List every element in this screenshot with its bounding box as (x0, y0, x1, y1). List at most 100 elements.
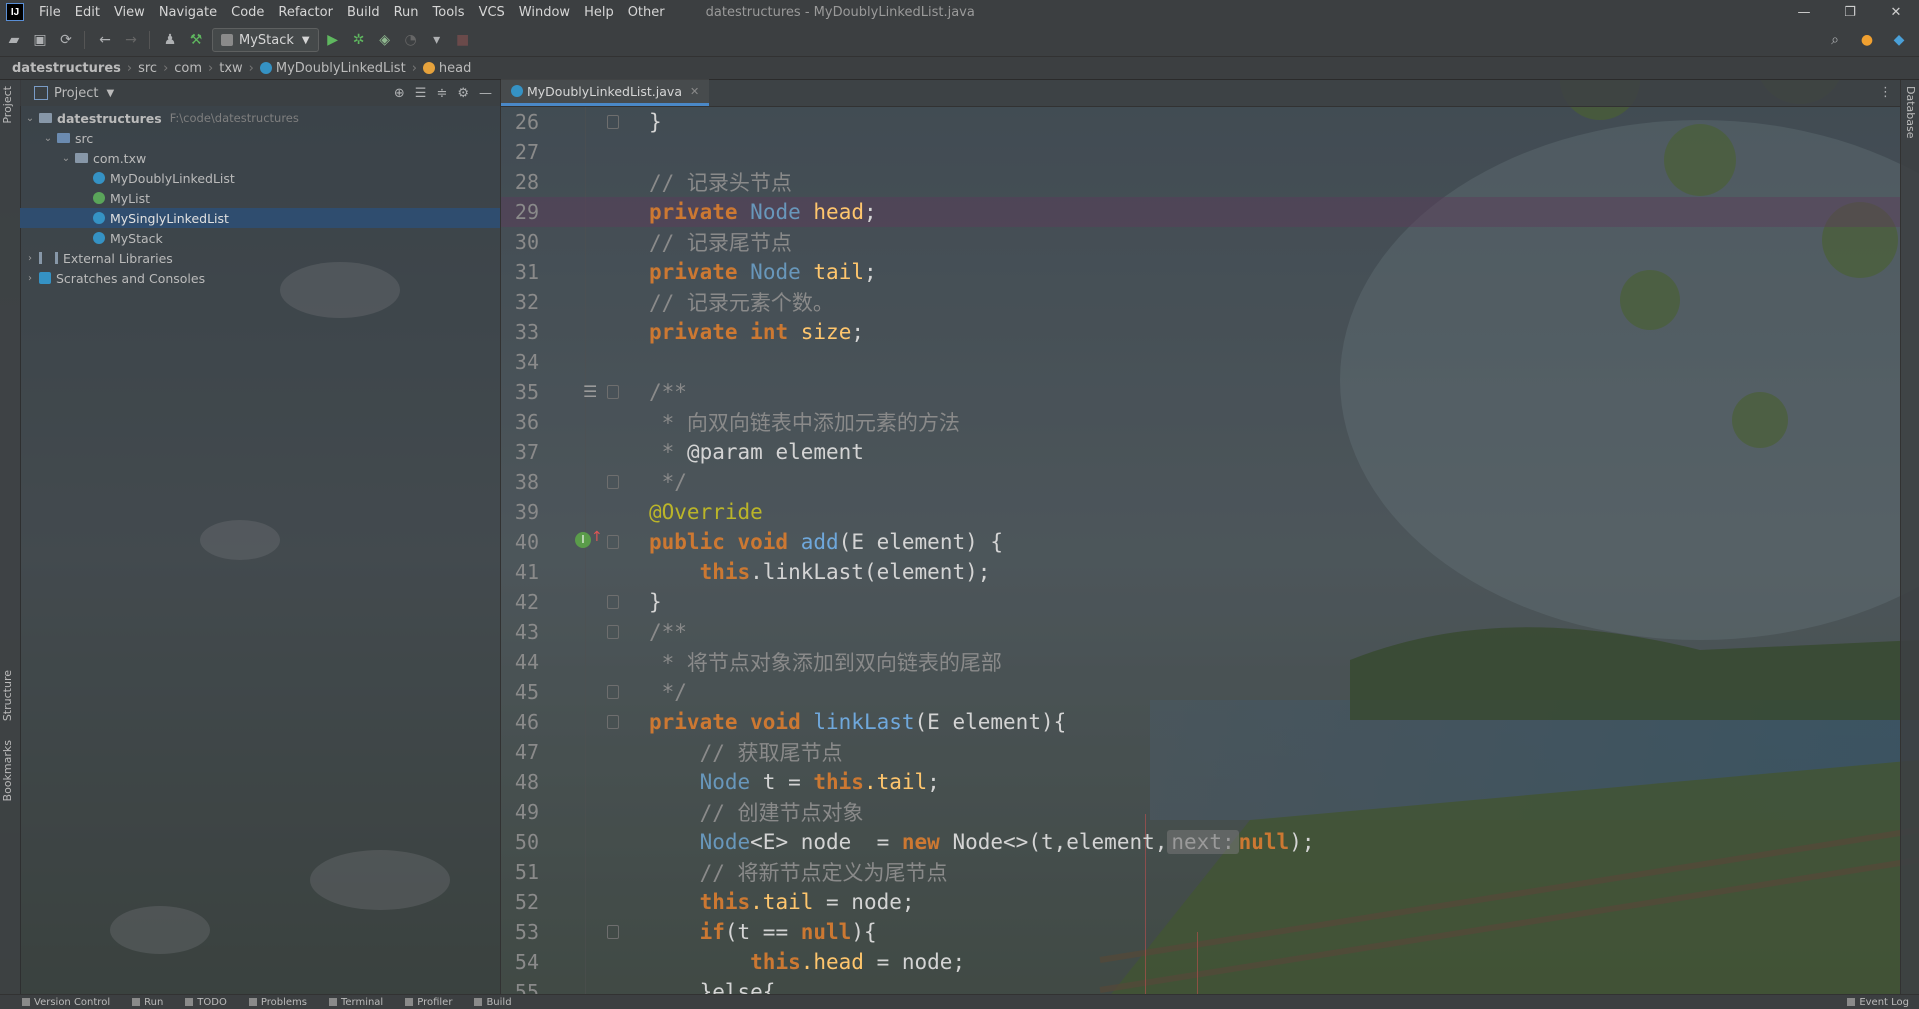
code-keyword: public void (649, 530, 789, 554)
code-field: .tail (750, 890, 814, 914)
minimize-icon[interactable]: — (1781, 0, 1827, 24)
gear-icon[interactable]: ⚙ (457, 86, 469, 101)
breadcrumb-project[interactable]: datestructures (0, 61, 125, 76)
tool-run[interactable]: Run (132, 997, 163, 1008)
menu-file[interactable]: File (32, 5, 68, 20)
tree-node-package[interactable]: ⌄ com.txw (20, 148, 500, 168)
plugin-icon[interactable]: ◆ (1887, 28, 1911, 52)
menu-navigate[interactable]: Navigate (152, 5, 224, 20)
profile-icon[interactable]: ◔ (399, 28, 423, 52)
tree-node-src[interactable]: ⌄ src (20, 128, 500, 148)
fold-start-icon[interactable] (607, 535, 619, 549)
collapse-all-icon[interactable]: ≑ (436, 86, 447, 101)
chevron-down-icon[interactable]: ⌄ (60, 153, 72, 164)
search-icon[interactable]: ⌕ (1823, 28, 1847, 52)
menu-run[interactable]: Run (387, 5, 426, 20)
fold-start-icon[interactable] (607, 385, 619, 399)
code-line: 45 */ (501, 677, 1900, 707)
back-arrow-icon[interactable]: ← (93, 28, 117, 52)
profiler-icon (405, 998, 414, 1006)
run-icon[interactable]: ▶ (321, 28, 345, 52)
menu-refactor[interactable]: Refactor (271, 5, 340, 20)
breadcrumb-src[interactable]: src (134, 61, 161, 76)
tool-version-control[interactable]: Version Control (22, 997, 110, 1008)
chevron-down-icon[interactable]: ⌄ (42, 133, 54, 144)
tree-node-external-libraries[interactable]: › External Libraries (20, 248, 500, 268)
update-icon[interactable]: ● (1855, 28, 1879, 52)
menu-window[interactable]: Window (512, 5, 577, 20)
hide-icon[interactable]: — (479, 86, 492, 101)
tool-problems[interactable]: Problems (248, 997, 307, 1008)
chevron-down-icon[interactable]: ⌄ (24, 113, 36, 124)
debug-icon[interactable]: ✲ (347, 28, 371, 52)
menu-edit[interactable]: Edit (68, 5, 107, 20)
chevron-right-icon[interactable]: › (24, 253, 36, 264)
menu-other[interactable]: Other (621, 5, 672, 20)
more-run-icon[interactable]: ▾ (425, 28, 449, 52)
expand-all-icon[interactable]: ☰ (415, 86, 427, 101)
close-icon[interactable]: ✕ (1873, 0, 1919, 24)
menu-vcs[interactable]: VCS (472, 5, 512, 20)
editor-tab-active[interactable]: MyDoublyLinkedList.java ✕ (501, 79, 710, 106)
build-hammer-icon[interactable]: ⚒ (184, 28, 208, 52)
run-configuration-select[interactable]: MyStack ▼ (212, 28, 319, 52)
breadcrumb-separator: › (248, 60, 254, 76)
structure-tool-tab[interactable]: Structure (1, 670, 14, 721)
coverage-icon[interactable]: ◈ (373, 28, 397, 52)
menu-help[interactable]: Help (577, 5, 621, 20)
menu-code[interactable]: Code (224, 5, 271, 20)
tree-file-mylist[interactable]: MyList (20, 188, 500, 208)
menu-build[interactable]: Build (340, 5, 387, 20)
sync-icon[interactable]: ⟳ (54, 28, 78, 52)
code-token: } (649, 590, 662, 614)
tool-profiler[interactable]: Profiler (405, 997, 452, 1008)
fold-start-icon[interactable] (607, 625, 619, 639)
implements-method-icon[interactable]: I (575, 532, 591, 548)
fold-end-icon[interactable] (607, 595, 619, 609)
tree-scratches-label: Scratches and Consoles (56, 270, 206, 286)
tool-event-log[interactable]: Event Log (1847, 997, 1909, 1008)
project-tool-tab[interactable]: Project (1, 86, 14, 124)
breadcrumb-com[interactable]: com (170, 61, 206, 76)
more-vertical-icon[interactable]: ⋮ (1879, 85, 1892, 100)
intellij-logo-icon[interactable]: IJ (6, 3, 24, 21)
chevron-down-icon[interactable]: ▼ (106, 88, 114, 99)
tool-todo[interactable]: TODO (185, 997, 227, 1008)
stop-icon[interactable]: ■ (451, 28, 475, 52)
line-number: 35 (514, 380, 539, 404)
tree-file-mystack[interactable]: MyStack (20, 228, 500, 248)
code-line: 31 private Node tail; (501, 257, 1900, 287)
fold-end-icon[interactable] (607, 475, 619, 489)
fold-end-icon[interactable] (607, 685, 619, 699)
breadcrumb-class[interactable]: MyDoublyLinkedList (256, 61, 410, 76)
tree-node-scratches[interactable]: › Scratches and Consoles (20, 268, 500, 288)
user-icon[interactable]: ♟ (158, 28, 182, 52)
restore-icon[interactable]: ❐ (1827, 0, 1873, 24)
code-editor[interactable]: 26 } 27 28 // 记录头节点 29 private Node head… (501, 107, 1900, 994)
render-doc-icon[interactable]: ☰ (583, 382, 597, 401)
chevron-right-icon[interactable]: › (24, 273, 36, 284)
fold-start-icon[interactable] (607, 925, 619, 939)
tree-node-root[interactable]: ⌄ datestructures F:\code\datestructures (20, 108, 500, 128)
breadcrumb-field[interactable]: head (419, 61, 475, 76)
open-folder-icon[interactable]: ▰ (2, 28, 26, 52)
fold-start-icon[interactable] (607, 715, 619, 729)
tree-file-label: MyDoublyLinkedList (110, 170, 235, 186)
project-panel-title[interactable]: Project (54, 86, 98, 101)
tree-file-mysinglylinkedlist[interactable]: MySinglyLinkedList (20, 208, 500, 228)
fold-end-icon[interactable] (607, 115, 619, 129)
menu-tools[interactable]: Tools (426, 5, 472, 20)
menu-view[interactable]: View (107, 5, 152, 20)
bookmarks-tool-tab[interactable]: Bookmarks (1, 740, 14, 801)
save-icon[interactable]: ▣ (28, 28, 52, 52)
code-comment: // 记录尾节点 (649, 231, 792, 255)
database-tool-tab[interactable]: Database (1904, 86, 1917, 139)
tree-file-mydoublylinkedlist[interactable]: MyDoublyLinkedList (20, 168, 500, 188)
tool-build[interactable]: Build (474, 997, 512, 1008)
breadcrumb-txw[interactable]: txw (215, 61, 246, 76)
close-icon[interactable]: ✕ (690, 85, 699, 98)
tool-terminal[interactable]: Terminal (328, 997, 383, 1008)
forward-arrow-icon[interactable]: → (119, 28, 143, 52)
locate-icon[interactable]: ⊕ (394, 86, 405, 101)
line-number: 32 (514, 290, 539, 314)
